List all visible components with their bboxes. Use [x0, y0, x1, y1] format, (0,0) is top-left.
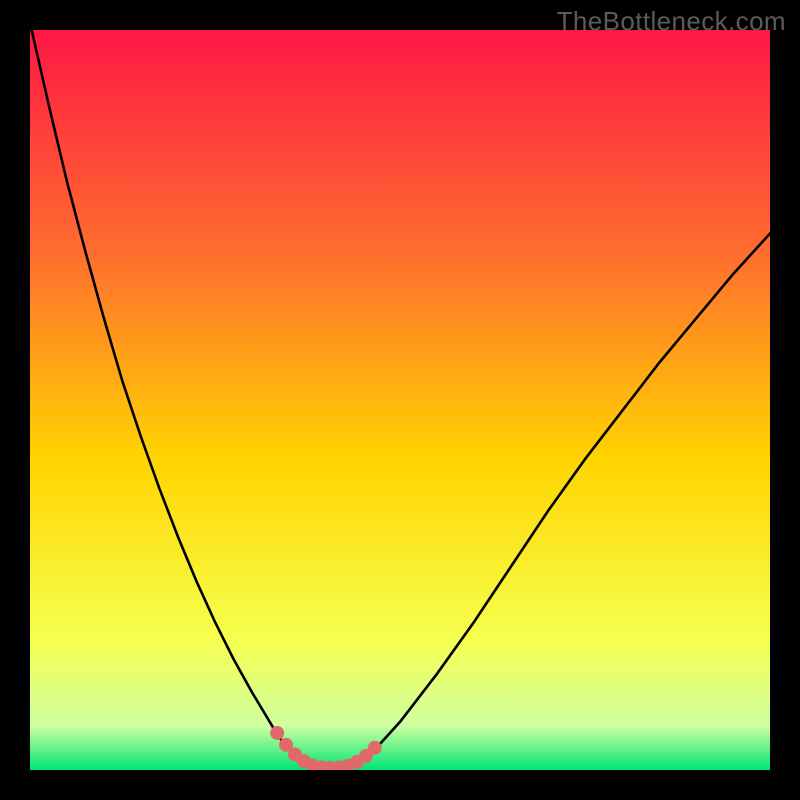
- watermark-label: TheBottleneck.com: [557, 6, 786, 37]
- bottleneck-chart: [30, 30, 770, 770]
- outer-frame: TheBottleneck.com: [0, 0, 800, 800]
- trough-marker-dot: [270, 726, 284, 740]
- gradient-background: [30, 30, 770, 770]
- trough-marker-dot: [368, 741, 382, 755]
- plot-area: [30, 30, 770, 770]
